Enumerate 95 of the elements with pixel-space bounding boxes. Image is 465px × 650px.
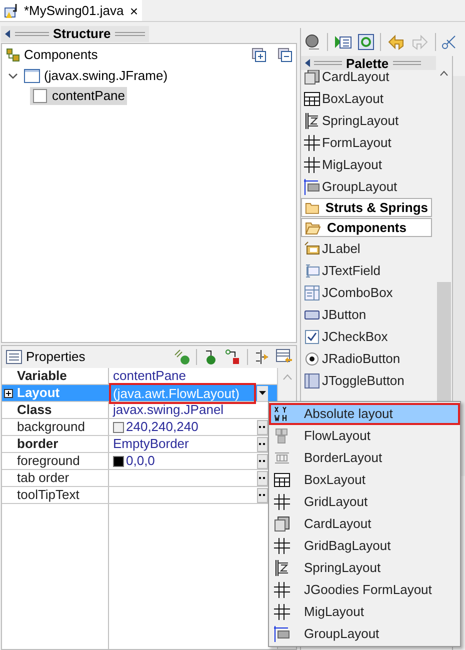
- dots-icon: [258, 476, 266, 480]
- spring-icon: [274, 560, 290, 576]
- combo-icon: [304, 285, 320, 301]
- expand-all-icon[interactable]: [252, 48, 266, 62]
- list-icon: [6, 350, 22, 364]
- property-value: javax.swing.JPanel: [113, 401, 224, 420]
- property-name: Class: [16, 401, 52, 420]
- panel-title: Structure: [53, 25, 111, 44]
- property-name: foreground: [16, 452, 80, 470]
- palette-item[interactable]: JCheckBox: [301, 326, 436, 348]
- panel-title: Palette: [346, 56, 389, 70]
- table-back-icon[interactable]: [276, 349, 292, 365]
- palette-item[interactable]: JTextField: [301, 260, 436, 282]
- property-value: 0,0,0: [126, 452, 155, 470]
- dots-icon: [258, 442, 266, 446]
- property-name: background: [16, 418, 85, 436]
- tree-item[interactable]: (javax.swing.JFrame): [22, 67, 170, 85]
- palette-item[interactable]: JComboBox: [301, 282, 436, 304]
- dots-icon: [258, 460, 266, 462]
- run-icon[interactable]: [334, 34, 352, 50]
- hash-icon: [274, 538, 290, 554]
- dropdown-button[interactable]: [256, 386, 268, 400]
- ellipsis-button[interactable]: [256, 436, 268, 452]
- property-value: (java.awt.FlowLayout): [113, 384, 240, 403]
- align-arrow-icon[interactable]: [254, 349, 270, 365]
- caret-icon: [258, 391, 266, 395]
- plus-icon: [4, 388, 13, 398]
- palette-item[interactable]: SpringLayout: [301, 110, 436, 132]
- stacked-squares-icon: [274, 516, 290, 532]
- tree-item[interactable]: contentPane: [30, 87, 128, 105]
- refresh-icon[interactable]: [358, 34, 374, 50]
- property-value: contentPane: [113, 367, 186, 386]
- undo-icon[interactable]: [387, 34, 405, 50]
- palette-item[interactable]: MigLayout: [301, 154, 436, 176]
- palette-category[interactable]: Struts & Springs: [301, 198, 432, 217]
- menu-item[interactable]: CardLayout: [269, 513, 460, 535]
- panel-title: Properties: [26, 348, 86, 366]
- menu-item[interactable]: SpringLayout: [269, 557, 460, 579]
- palette-item[interactable]: JButton: [301, 304, 436, 326]
- hash-icon: [274, 582, 290, 598]
- property-value: 240,240,240: [126, 418, 198, 436]
- text-field-icon: [304, 263, 320, 279]
- checkbox-icon: [304, 329, 320, 345]
- toggle-icon: [304, 373, 320, 389]
- ellipsis-button[interactable]: [256, 454, 268, 468]
- hash-icon: [274, 604, 290, 620]
- palette-item[interactable]: JToggleButton: [301, 370, 436, 392]
- table-icon: [304, 91, 320, 107]
- group-icon: [274, 626, 290, 642]
- palette-item[interactable]: JLabel: [301, 238, 436, 260]
- hash-icon: [304, 135, 320, 151]
- scissors-icon[interactable]: [442, 34, 456, 50]
- property-value: EmptyBorder: [113, 435, 189, 454]
- palette-item[interactable]: GroupLayout: [301, 176, 436, 198]
- ellipsis-button[interactable]: [256, 488, 268, 502]
- collapse-arrow-icon[interactable]: [305, 59, 310, 67]
- menu-item[interactable]: Absolute layout: [269, 403, 460, 425]
- blocks-icon: [274, 428, 290, 444]
- border-icon: [274, 450, 290, 466]
- property-name: Variable: [16, 367, 67, 386]
- palette-category[interactable]: Components: [301, 218, 432, 237]
- property-name: Layout: [17, 384, 60, 402]
- palette-item[interactable]: BoxLayout: [301, 88, 436, 110]
- property-name: border: [16, 435, 58, 454]
- menu-item[interactable]: MigLayout: [269, 601, 460, 623]
- window-icon: [24, 68, 40, 84]
- hash-icon: [274, 494, 290, 510]
- dots-icon: [258, 426, 266, 428]
- spring-icon: [304, 113, 320, 129]
- property-name: toolTipText: [16, 486, 80, 504]
- menu-item[interactable]: GridBagLayout: [269, 535, 460, 557]
- palette-item[interactable]: FormLayout: [301, 132, 436, 154]
- section-label: Components: [24, 46, 98, 64]
- ellipsis-button[interactable]: [256, 420, 268, 434]
- menu-item[interactable]: GroupLayout: [269, 623, 460, 645]
- hash-icon: [304, 157, 320, 173]
- java-file-icon: [4, 2, 20, 18]
- table-icon: [274, 472, 290, 488]
- menu-item[interactable]: JGoodies FormLayout: [269, 579, 460, 601]
- tag-icon: [304, 241, 320, 257]
- property-name: tab order: [16, 469, 70, 488]
- editor-tab[interactable]: *MySwing01.java ×: [0, 0, 142, 21]
- chevron-icon[interactable]: [8, 71, 18, 81]
- palette-item[interactable]: JRadioButton: [301, 348, 436, 370]
- scrollbar-thumb[interactable]: [437, 282, 451, 402]
- tab-title: *MySwing01.java: [24, 2, 124, 20]
- radio-icon: [304, 351, 320, 367]
- panel-icon: [32, 88, 48, 104]
- group-icon: [304, 179, 320, 195]
- ellipsis-button[interactable]: [256, 470, 268, 486]
- collapse-arrow-icon[interactable]: [5, 30, 11, 38]
- dots-icon: [258, 494, 266, 496]
- collapse-all-icon[interactable]: [278, 48, 292, 62]
- components-icon: [6, 48, 20, 62]
- close-button[interactable]: ×: [130, 4, 138, 18]
